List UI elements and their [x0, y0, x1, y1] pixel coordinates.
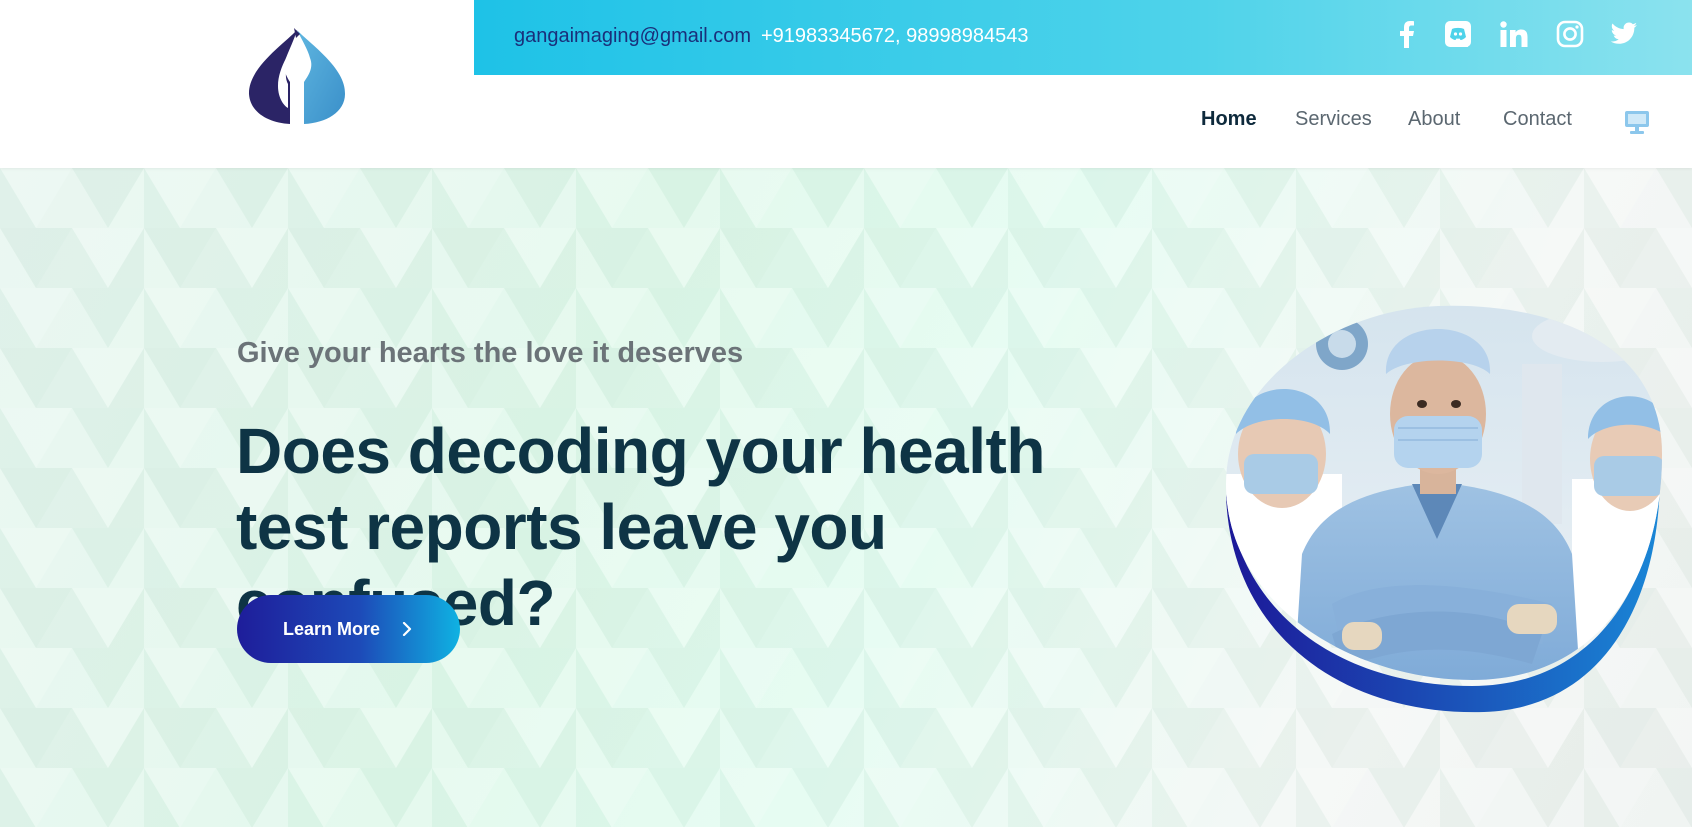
email-link[interactable]: gangaimaging@gmail.com: [514, 25, 751, 48]
droplet-logo[interactable]: [246, 28, 348, 125]
nav-contact[interactable]: Contact: [1503, 108, 1572, 131]
chevron-right-icon: [402, 622, 412, 636]
twitter-icon[interactable]: [1608, 18, 1640, 50]
monitor-icon[interactable]: [1624, 109, 1650, 135]
facebook-icon[interactable]: [1390, 18, 1422, 50]
site-header: gangaimaging@gmail.com +91983345672, 989…: [0, 0, 1692, 168]
hero-tagline: Give your hearts the love it deserves: [237, 337, 744, 369]
discord-icon[interactable]: [1442, 18, 1474, 50]
phone-link[interactable]: +91983345672, 98998984543: [761, 25, 1029, 48]
linkedin-icon[interactable]: [1498, 18, 1530, 50]
learn-more-button[interactable]: Learn More: [237, 595, 460, 663]
contact-bar: gangaimaging@gmail.com +91983345672, 989…: [474, 0, 1692, 75]
instagram-icon[interactable]: [1554, 18, 1586, 50]
nav-about[interactable]: About: [1408, 108, 1460, 131]
doctors-in-surgical-masks-photo: [1222, 304, 1664, 714]
hero-section: Give your hearts the love it deserves Do…: [0, 168, 1692, 827]
nav-home[interactable]: Home: [1201, 108, 1257, 131]
nav-services[interactable]: Services: [1295, 108, 1372, 131]
learn-more-label: Learn More: [282, 618, 381, 639]
